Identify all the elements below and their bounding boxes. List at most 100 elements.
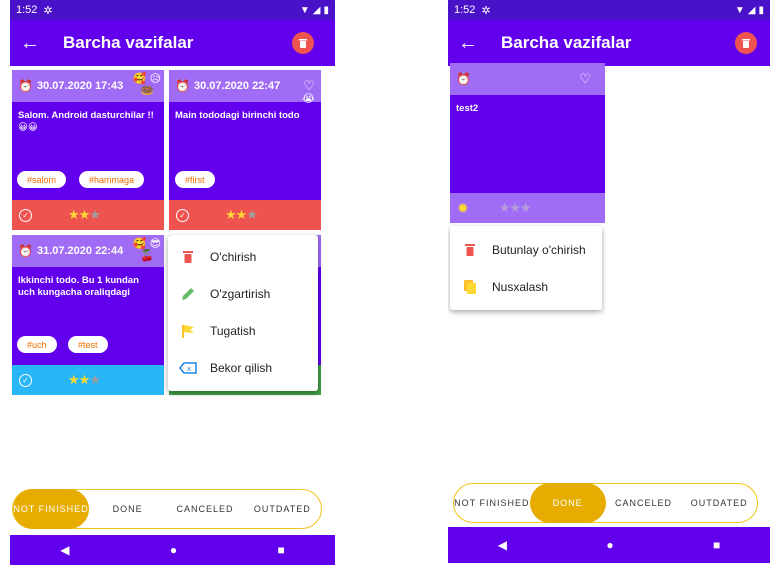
menu-item-label: Tugatish (210, 323, 256, 338)
menu-item-label: Butunlay o'chirish (492, 242, 586, 257)
sync-icon[interactable]: ✹ (457, 200, 469, 217)
status-filter: NOT FINISHED DONE CANCELED OUTDATED (453, 483, 758, 523)
context-menu: Butunlay o'chirish Nusxalash (450, 226, 602, 310)
nav-home-icon[interactable]: ● (170, 543, 177, 557)
card-date: 31.07.2020 22:44 (36, 245, 124, 257)
heart-icon[interactable]: ♡ (579, 71, 591, 87)
card-header: ⏰ ♡ (450, 63, 605, 95)
wifi-icon: ▼ (299, 4, 310, 16)
check-circle-icon[interactable]: ✓ (176, 208, 189, 222)
priority-stars: ★★★ (498, 200, 532, 215)
trash-icon (299, 38, 307, 48)
priority-stars: ★★★ (225, 207, 258, 222)
menu-item-label: O'zgartirish (210, 286, 271, 301)
nav-recents-icon[interactable]: ■ (713, 538, 720, 552)
filter-not-finished[interactable]: NOT FINISHED (13, 489, 89, 529)
alarm-clock-icon: ⏰ (175, 79, 190, 93)
tag-chip[interactable]: #hammaga (79, 171, 145, 188)
flag-icon (178, 323, 198, 339)
svg-text:x: x (187, 365, 191, 373)
nav-recents-icon[interactable]: ■ (278, 543, 285, 557)
back-arrow-icon[interactable]: ← (10, 33, 50, 53)
menu-item-copy[interactable]: Nusxalash (450, 268, 602, 305)
card-footer: ✹ ★★★ (450, 193, 605, 223)
tag-chip[interactable]: #uch (17, 336, 57, 353)
status-indicators: ▼ ◢ ▮ (300, 5, 329, 16)
wifi-icon: ▼ (734, 4, 745, 16)
card-date: 30.07.2020 22:47 (193, 80, 281, 92)
nav-back-icon[interactable]: ◀ (60, 543, 69, 557)
todo-card[interactable]: ⏰ 30.07.2020 17:43 🥰 😥 🍩 Salom. Android … (12, 70, 164, 230)
tag-chip[interactable]: #first (175, 171, 215, 188)
phone-screen-right: 1:52 ✲ ▼ ◢ ▮ ← Barcha vazifalar ⏰ ♡ test… (448, 0, 770, 565)
priority-stars: ★★★ (68, 372, 101, 387)
status-filter: NOT FINISHED DONE CANCELED OUTDATED (12, 489, 322, 529)
page-title: Barcha vazifalar (63, 33, 194, 52)
nav-back-icon[interactable]: ◀ (498, 538, 507, 552)
status-bar: 1:52 ✲ ▼ ◢ ▮ (10, 0, 335, 20)
check-circle-icon[interactable]: ✓ (19, 373, 32, 387)
emoji-reactions: 🥰 😎 🍒 (132, 238, 162, 262)
trash-icon (178, 250, 198, 264)
alarm-clock-icon: ⏰ (18, 79, 33, 93)
back-arrow-icon[interactable]: ← (448, 33, 488, 53)
system-nav-bar: ◀ ● ■ (448, 527, 770, 563)
filter-not-finished[interactable]: NOT FINISHED (454, 498, 530, 508)
menu-item-label: O'chirish (210, 249, 257, 264)
tag-chip[interactable]: #salom (17, 171, 67, 188)
card-text: Salom. Android dasturchilar !! 😀😀 (18, 110, 154, 133)
tag-chip[interactable]: #test (68, 336, 108, 353)
trash-icon (742, 38, 750, 48)
filter-done[interactable]: DONE (89, 504, 166, 514)
alarm-clock-icon: ⏰ (18, 244, 33, 258)
app-bar: ← Barcha vazifalar (448, 20, 770, 66)
signal-icon: ◢ (747, 4, 756, 16)
status-indicators: ▼ ◢ ▮ (735, 5, 764, 16)
todo-card[interactable]: ⏰ 31.07.2020 22:44 🥰 😎 🍒 Ikkinchi todo. … (12, 235, 164, 395)
emoji-reactions: 🥰 😥 🍩 (132, 73, 162, 97)
menu-item-delete-permanently[interactable]: Butunlay o'chirish (450, 231, 602, 268)
trash-icon-button[interactable] (292, 32, 314, 54)
backspace-icon: x (178, 361, 198, 374)
emoji-reactions: 😭 (302, 93, 315, 105)
filter-canceled[interactable]: CANCELED (606, 498, 682, 508)
trash-icon-button[interactable] (735, 32, 757, 54)
card-date: 30.07.2020 17:43 (36, 80, 124, 92)
card-text: Main tododagi birinchi todo (175, 110, 300, 121)
card-footer: ✓ ★★★ (12, 200, 164, 230)
status-time: 1:52 (454, 4, 476, 16)
nav-home-icon[interactable]: ● (606, 538, 613, 552)
card-header: ⏰ 30.07.2020 22:47 ♡ (169, 70, 321, 102)
menu-item-edit[interactable]: O'zgartirish (168, 275, 318, 312)
card-footer: ✓ ★★★ (12, 365, 164, 395)
card-text: test2 (456, 103, 479, 114)
todo-card[interactable]: ⏰ ♡ test2 ✹ ★★★ (450, 63, 605, 223)
heart-icon[interactable]: ♡ (303, 78, 315, 94)
settings-gear-icon: ✲ (43, 4, 53, 17)
phone-screen-left: 1:52 ✲ ▼ ◢ ▮ ← Barcha vazifalar ⏰ 30.07.… (10, 0, 335, 565)
status-time: 1:52 (16, 4, 38, 16)
trash-icon (460, 243, 480, 257)
context-menu: O'chirish O'zgartirish Tugatish x Bekor … (168, 235, 318, 391)
check-circle-icon[interactable]: ✓ (19, 208, 32, 222)
menu-item-label: Bekor qilish (210, 360, 273, 375)
signal-icon: ◢ (312, 4, 321, 16)
menu-item-cancel[interactable]: x Bekor qilish (168, 349, 318, 386)
app-bar: ← Barcha vazifalar (10, 20, 335, 66)
battery-icon: ▮ (758, 4, 764, 16)
filter-canceled[interactable]: CANCELED (166, 504, 243, 514)
filter-outdated[interactable]: OUTDATED (244, 504, 321, 514)
todo-card[interactable]: ⏰ 30.07.2020 22:47 ♡ 😭 Main tododagi bir… (169, 70, 321, 230)
page-title: Barcha vazifalar (501, 33, 632, 52)
filter-done[interactable]: DONE (529, 483, 606, 523)
menu-item-delete[interactable]: O'chirish (168, 238, 318, 275)
card-footer: ✓ ★★★ (169, 200, 321, 230)
status-bar: 1:52 ✲ ▼ ◢ ▮ (448, 0, 770, 20)
card-text: Ikkinchi todo. Bu 1 kundan uch kungacha … (18, 275, 139, 298)
filter-outdated[interactable]: OUTDATED (681, 498, 757, 508)
system-nav-bar: ◀ ● ■ (10, 535, 335, 565)
battery-icon: ▮ (323, 4, 329, 16)
menu-item-finish[interactable]: Tugatish (168, 312, 318, 349)
alarm-clock-icon: ⏰ (456, 72, 471, 86)
copy-icon (460, 279, 480, 295)
